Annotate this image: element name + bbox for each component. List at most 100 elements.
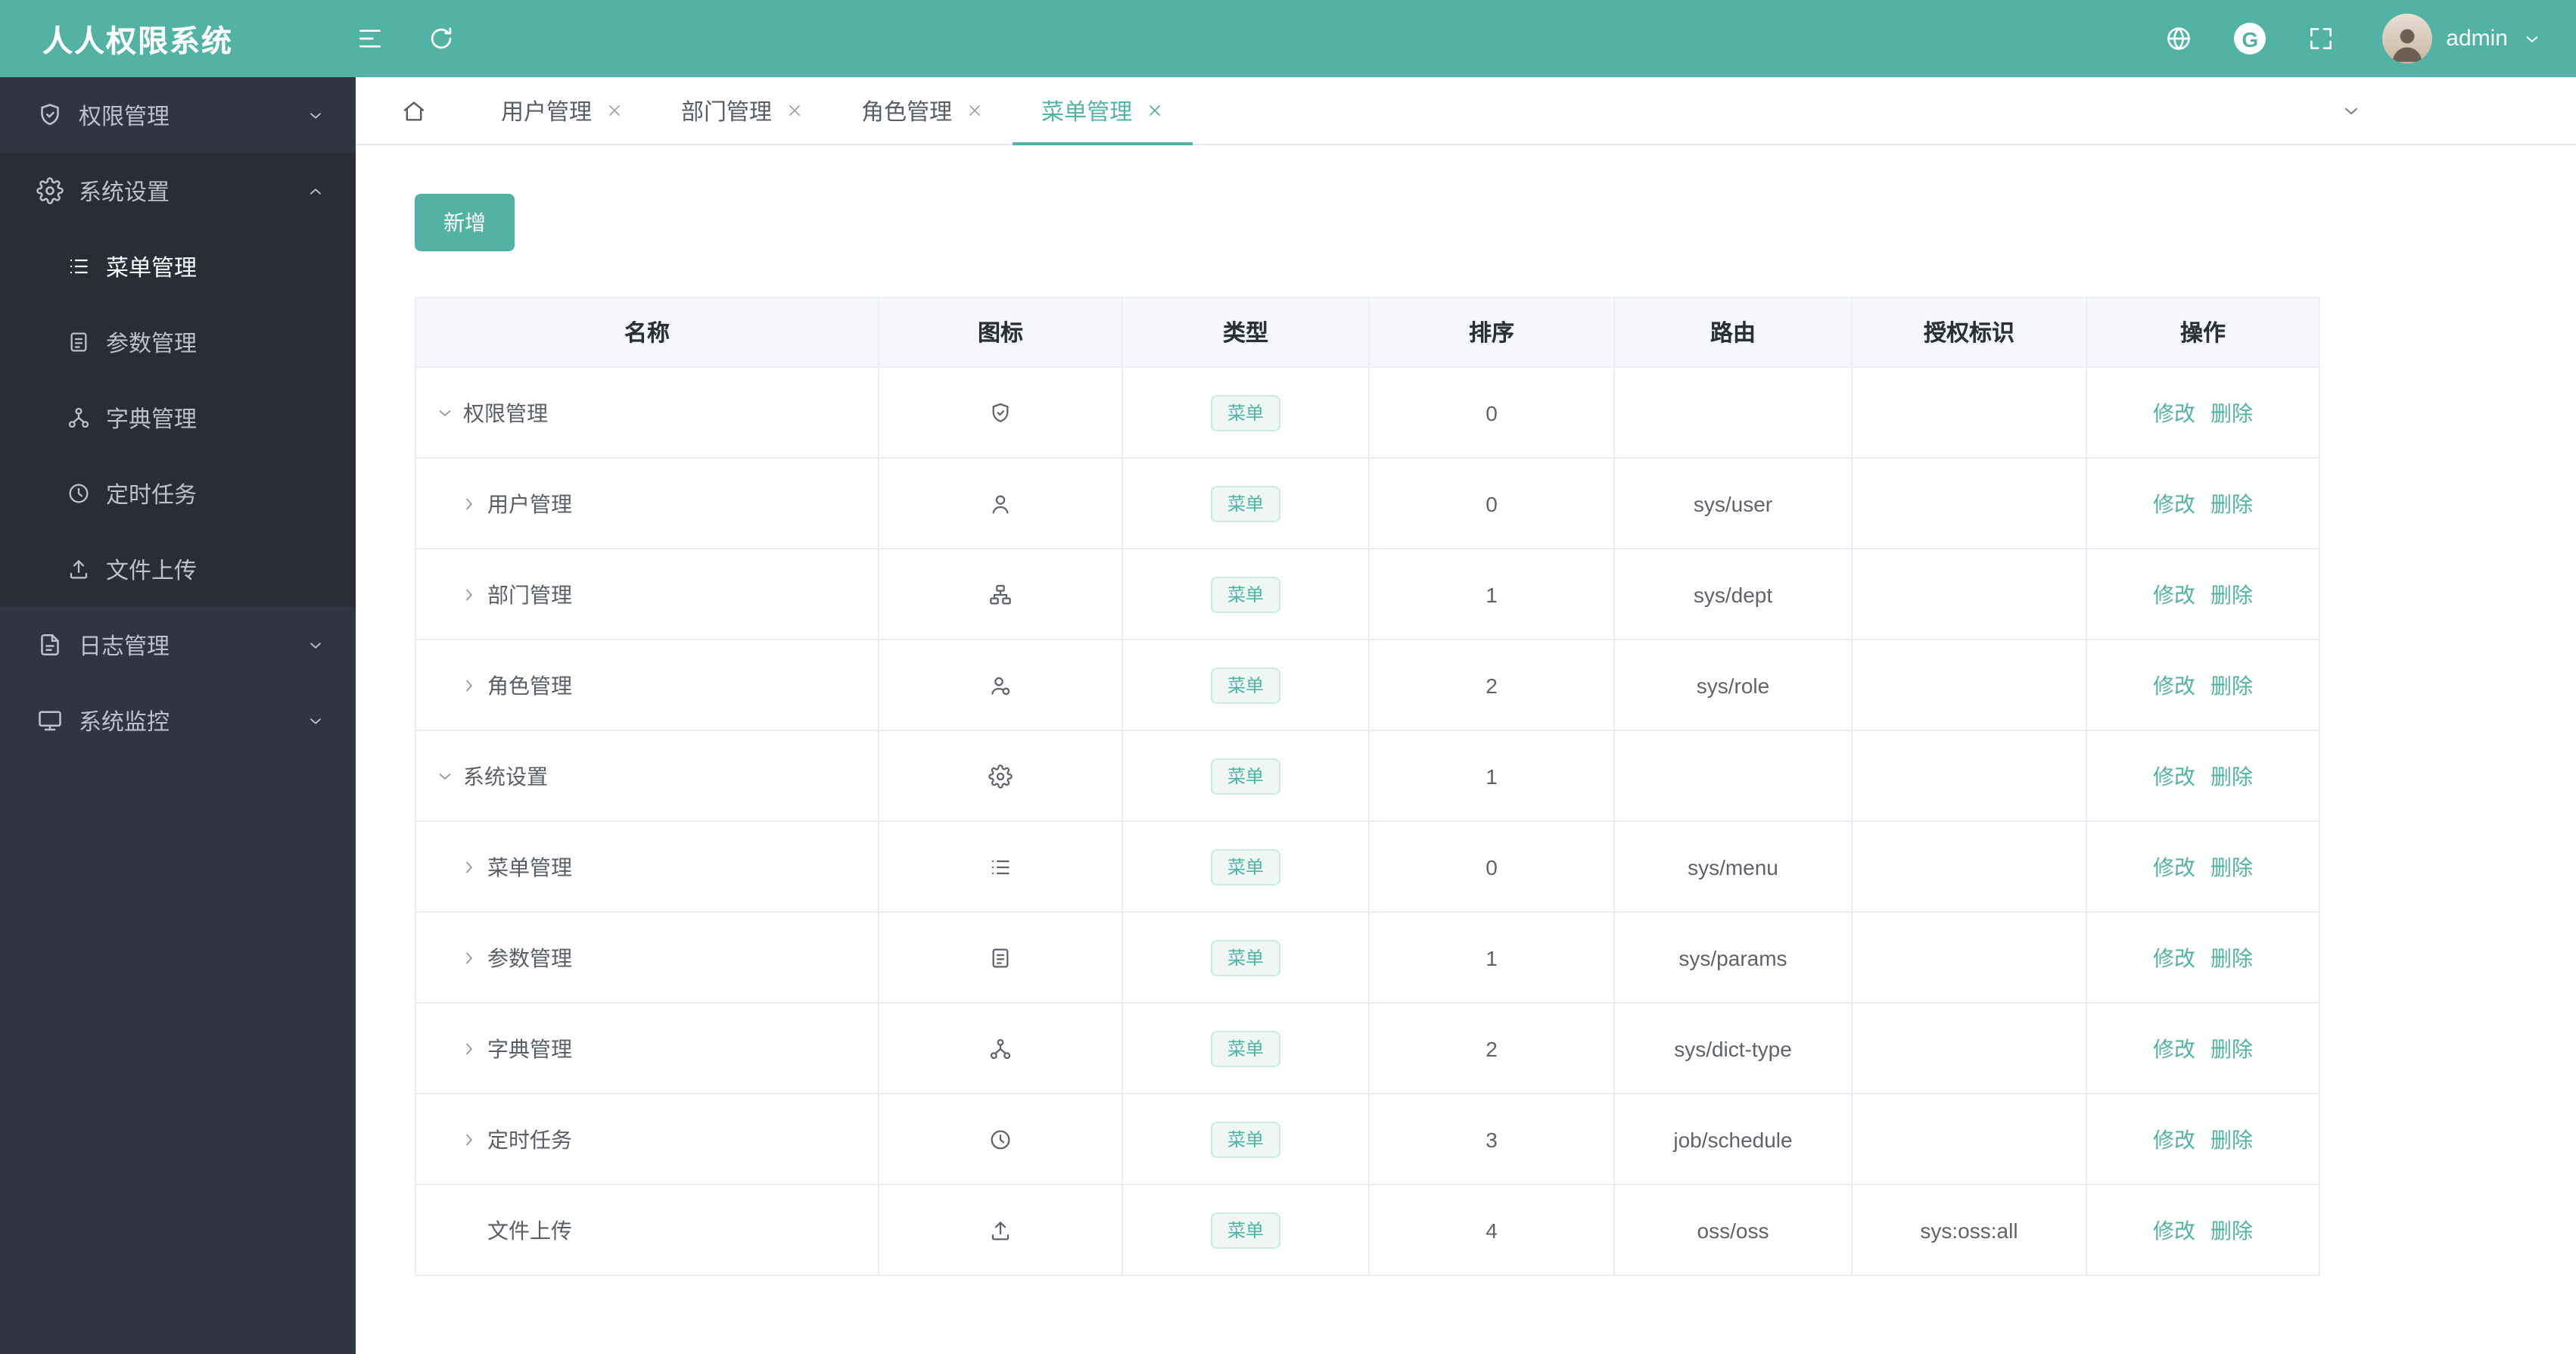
edit-link[interactable]: 修改 <box>2153 764 2195 788</box>
table-row: 角色管理 菜单 2 sys/role 修改 删除 <box>415 639 2320 731</box>
add-button[interactable]: 新增 <box>415 194 515 251</box>
close-icon[interactable] <box>966 101 984 120</box>
type-badge: 菜单 <box>1210 485 1280 521</box>
tab-dept-mgmt[interactable]: 部门管理 <box>652 77 832 144</box>
delete-link[interactable]: 删除 <box>2210 1218 2253 1242</box>
table-row: 参数管理 菜单 1 sys/params 修改 删除 <box>415 911 2320 1004</box>
tab-home[interactable] <box>356 77 472 144</box>
sidebar: 权限管理 系统设置 菜单管理 参数管理 字典管理 定时任务 文件上传 日志管理 … <box>0 77 356 1354</box>
sidebar-item-dict-mgmt[interactable]: 字典管理 <box>0 380 356 456</box>
sidebar-item-scheduled-tasks[interactable]: 定时任务 <box>0 456 356 531</box>
sidebar-item-menu-mgmt[interactable]: 菜单管理 <box>0 229 356 304</box>
order-cell: 1 <box>1368 730 1615 822</box>
edit-link[interactable]: 修改 <box>2153 1218 2195 1242</box>
username: admin <box>2446 26 2508 51</box>
delete-link[interactable]: 删除 <box>2210 1036 2253 1060</box>
list-icon <box>988 855 1013 879</box>
delete-link[interactable]: 删除 <box>2210 673 2253 697</box>
sidebar-item-permission-mgmt[interactable]: 权限管理 <box>0 77 356 153</box>
tab-label: 部门管理 <box>681 99 773 125</box>
expand-arrow-icon[interactable] <box>459 1128 480 1150</box>
sidebar-item-params-mgmt[interactable]: 参数管理 <box>0 304 356 380</box>
expand-arrow-icon[interactable] <box>459 947 480 968</box>
edit-link[interactable]: 修改 <box>2153 673 2195 697</box>
sidebar-item-system-monitor[interactable]: 系统监控 <box>0 683 356 758</box>
chevron-down-icon <box>2522 28 2543 49</box>
order-cell: 0 <box>1368 820 1615 913</box>
expand-arrow-icon[interactable] <box>459 856 480 877</box>
perm-cell <box>1851 639 2087 731</box>
delete-link[interactable]: 删除 <box>2210 582 2253 606</box>
delete-link[interactable]: 删除 <box>2210 945 2253 970</box>
table-header-row: 名称 图标 类型 排序 路由 授权标识 操作 <box>415 297 2320 368</box>
table-row: 定时任务 菜单 3 job/schedule 修改 删除 <box>415 1093 2320 1185</box>
sidebar-item-label: 参数管理 <box>106 331 198 356</box>
edit-link[interactable]: 修改 <box>2153 854 2195 879</box>
edit-link[interactable]: 修改 <box>2153 945 2195 970</box>
user-menu[interactable]: admin <box>2382 14 2543 64</box>
route-cell: sys/user <box>1613 457 1853 549</box>
delete-link[interactable]: 删除 <box>2210 491 2253 515</box>
top-bar-right: G admin <box>2164 14 2543 64</box>
collapse-arrow-icon[interactable] <box>434 402 456 423</box>
perm-cell <box>1851 730 2087 822</box>
edit-link[interactable]: 修改 <box>2153 400 2195 425</box>
edit-link[interactable]: 修改 <box>2153 491 2195 515</box>
type-badge: 菜单 <box>1210 758 1280 794</box>
menu-name: 系统设置 <box>463 764 548 788</box>
sidebar-item-system-settings[interactable]: 系统设置 <box>0 153 356 229</box>
expand-arrow-icon[interactable] <box>459 1038 480 1059</box>
tab-label: 菜单管理 <box>1041 99 1133 125</box>
sidebar-item-label: 菜单管理 <box>106 255 198 281</box>
expand-arrow-icon[interactable] <box>459 493 480 514</box>
delete-link[interactable]: 删除 <box>2210 400 2253 425</box>
tree-icon <box>67 406 91 430</box>
tab-user-mgmt[interactable]: 用户管理 <box>472 77 652 144</box>
delete-link[interactable]: 删除 <box>2210 764 2253 788</box>
tab-list-dropdown[interactable] <box>2328 77 2373 144</box>
sidebar-item-file-upload[interactable]: 文件上传 <box>0 531 356 607</box>
column-header: 图标 <box>878 297 1123 368</box>
perm-cell <box>1851 911 2087 1004</box>
shield-icon <box>36 101 64 129</box>
perm-cell <box>1851 366 2087 459</box>
refresh-button[interactable] <box>427 24 456 53</box>
collapse-arrow-icon[interactable] <box>434 765 456 786</box>
sidebar-item-log-mgmt[interactable]: 日志管理 <box>0 607 356 683</box>
sidebar-item-label: 文件上传 <box>106 558 198 584</box>
gitee-icon[interactable]: G <box>2234 23 2266 54</box>
delete-link[interactable]: 删除 <box>2210 854 2253 879</box>
expand-arrow-icon[interactable] <box>459 674 480 696</box>
top-bar: 人人权限系统 G admin <box>0 0 2576 77</box>
column-header: 类型 <box>1122 297 1370 368</box>
chevron-down-icon <box>2339 99 2362 122</box>
sidebar-group-system-settings: 系统设置 菜单管理 参数管理 字典管理 定时任务 文件上传 <box>0 153 356 607</box>
fullscreen-button[interactable] <box>2307 24 2335 53</box>
expand-arrow-icon[interactable] <box>459 584 480 605</box>
perm-cell <box>1851 548 2087 640</box>
globe-icon <box>2164 24 2193 53</box>
edit-link[interactable]: 修改 <box>2153 1036 2195 1060</box>
menu-name: 字典管理 <box>487 1036 572 1060</box>
sidebar-item-label: 系统监控 <box>79 709 170 735</box>
order-cell: 4 <box>1368 1184 1615 1276</box>
tab-role-mgmt[interactable]: 角色管理 <box>832 77 1013 144</box>
close-icon[interactable] <box>786 101 804 120</box>
language-button[interactable] <box>2164 24 2193 53</box>
upload-icon <box>988 1219 1013 1243</box>
perm-cell <box>1851 1093 2087 1185</box>
route-cell: sys/params <box>1613 911 1853 1004</box>
edit-link[interactable]: 修改 <box>2153 1127 2195 1151</box>
close-icon[interactable] <box>1146 101 1164 120</box>
close-icon[interactable] <box>605 101 624 120</box>
tab-menu-mgmt[interactable]: 菜单管理 <box>1013 77 1193 145</box>
avatar <box>2382 14 2433 64</box>
content: 新增 名称 图标 类型 排序 路由 授权标识 操作 权限管理 菜单 0 修改 删… <box>356 145 2576 1276</box>
column-header: 操作 <box>2086 297 2320 368</box>
order-cell: 0 <box>1368 457 1615 549</box>
edit-link[interactable]: 修改 <box>2153 582 2195 606</box>
order-cell: 2 <box>1368 1002 1615 1094</box>
tab-bar: 用户管理 部门管理 角色管理 菜单管理 <box>356 77 2576 145</box>
delete-link[interactable]: 删除 <box>2210 1127 2253 1151</box>
sidebar-collapse-button[interactable] <box>356 24 384 53</box>
